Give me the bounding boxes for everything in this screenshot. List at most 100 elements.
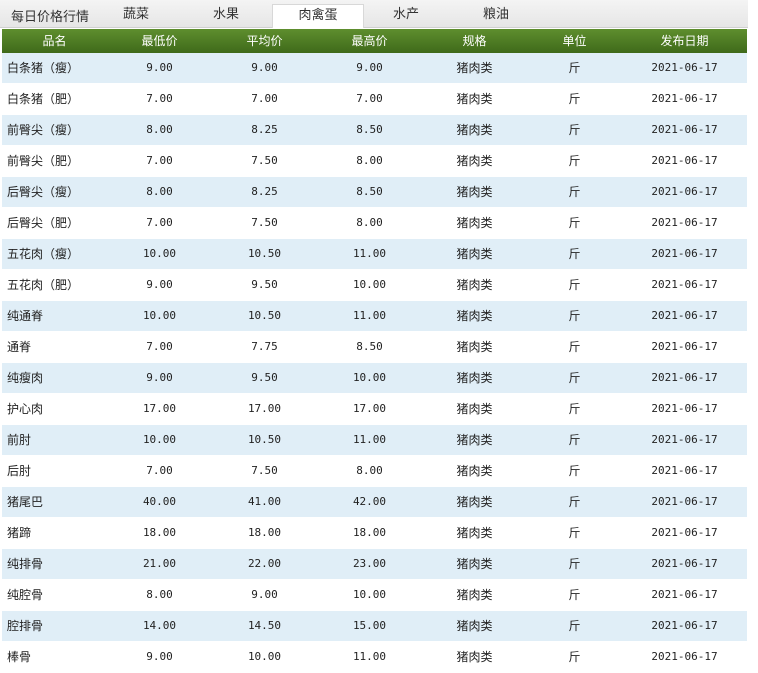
cell-spec: 猪肉类 <box>456 402 493 416</box>
table-row: 五花肉（瘦） 10.00 10.50 11.00 猪肉类 斤 2021-06-17 <box>2 239 747 270</box>
cell-spec: 猪肉类 <box>456 123 493 137</box>
cell-max-price: 11.00 <box>352 247 387 260</box>
cell-min-price: 9.00 <box>146 61 173 74</box>
cell-spec: 猪肉类 <box>456 495 493 509</box>
cell-date: 2021-06-17 <box>651 309 718 322</box>
cell-avg-price: 17.00 <box>247 402 282 415</box>
cell-name: 后臀尖（瘦） <box>7 185 80 199</box>
cell-spec: 猪肉类 <box>456 92 493 106</box>
cell-date: 2021-06-17 <box>651 495 718 508</box>
cell-max-price: 7.00 <box>356 92 383 105</box>
cell-avg-price: 10.50 <box>247 309 282 322</box>
cell-min-price: 40.00 <box>142 495 177 508</box>
cell-unit: 斤 <box>568 650 581 664</box>
cell-min-price: 18.00 <box>142 526 177 539</box>
table-row: 纯通脊 10.00 10.50 11.00 猪肉类 斤 2021-06-17 <box>2 301 747 332</box>
cell-name: 纯排骨 <box>7 557 44 571</box>
cell-name: 纯通脊 <box>7 309 44 323</box>
cell-name: 前臀尖（瘦） <box>7 123 80 137</box>
cell-date: 2021-06-17 <box>651 557 718 570</box>
cell-date: 2021-06-17 <box>651 619 718 632</box>
cell-avg-price: 10.00 <box>247 650 282 663</box>
header-max-price: 最高价 <box>351 34 388 48</box>
cell-max-price: 11.00 <box>352 650 387 663</box>
table-row: 后臀尖（瘦） 8.00 8.25 8.50 猪肉类 斤 2021-06-17 <box>2 177 747 208</box>
cell-spec: 猪肉类 <box>456 247 493 261</box>
cell-date: 2021-06-17 <box>651 154 718 167</box>
tab-meat-poultry-eggs[interactable]: 肉禽蛋 <box>272 4 364 28</box>
cell-min-price: 9.00 <box>146 650 173 663</box>
cell-avg-price: 14.50 <box>247 619 282 632</box>
cell-max-price: 8.50 <box>356 123 383 136</box>
tab-grain-oil[interactable]: 粮油 <box>470 4 522 26</box>
cell-name: 纯瘦肉 <box>7 371 44 385</box>
cell-unit: 斤 <box>568 433 581 447</box>
cell-name: 猪尾巴 <box>7 495 44 509</box>
header-date: 发布日期 <box>660 34 709 48</box>
cell-max-price: 10.00 <box>352 588 387 601</box>
cell-max-price: 18.00 <box>352 526 387 539</box>
cell-unit: 斤 <box>568 92 581 106</box>
cell-unit: 斤 <box>568 309 581 323</box>
cell-avg-price: 10.50 <box>247 247 282 260</box>
cell-unit: 斤 <box>568 61 581 75</box>
table-row: 猪尾巴 40.00 41.00 42.00 猪肉类 斤 2021-06-17 <box>2 487 747 518</box>
cell-min-price: 21.00 <box>142 557 177 570</box>
cell-spec: 猪肉类 <box>456 433 493 447</box>
cell-date: 2021-06-17 <box>651 123 718 136</box>
cell-unit: 斤 <box>568 340 581 354</box>
cell-avg-price: 7.50 <box>251 464 278 477</box>
cell-spec: 猪肉类 <box>456 216 493 230</box>
cell-max-price: 8.00 <box>356 216 383 229</box>
cell-max-price: 8.00 <box>356 464 383 477</box>
table-row: 护心肉 17.00 17.00 17.00 猪肉类 斤 2021-06-17 <box>2 394 747 425</box>
tab-aquatic[interactable]: 水产 <box>380 4 432 26</box>
cell-name: 五花肉（肥） <box>7 278 80 292</box>
section-title: 每日价格行情 <box>11 10 90 25</box>
cell-spec: 猪肉类 <box>456 371 493 385</box>
cell-date: 2021-06-17 <box>651 278 718 291</box>
cell-date: 2021-06-17 <box>651 216 718 229</box>
cell-spec: 猪肉类 <box>456 309 493 323</box>
cell-unit: 斤 <box>568 464 581 478</box>
cell-date: 2021-06-17 <box>651 588 718 601</box>
header-unit: 单位 <box>562 34 587 48</box>
cell-min-price: 7.00 <box>146 154 173 167</box>
cell-max-price: 17.00 <box>352 402 387 415</box>
cell-max-price: 8.50 <box>356 340 383 353</box>
cell-max-price: 11.00 <box>352 309 387 322</box>
cell-avg-price: 9.00 <box>251 588 278 601</box>
cell-spec: 猪肉类 <box>456 650 493 664</box>
cell-name: 猪蹄 <box>7 526 32 540</box>
table-row: 前臀尖（肥） 7.00 7.50 8.00 猪肉类 斤 2021-06-17 <box>2 146 747 177</box>
cell-avg-price: 9.00 <box>251 61 278 74</box>
cell-name: 后臀尖（肥） <box>7 216 80 230</box>
table-row: 前肘 10.00 10.50 11.00 猪肉类 斤 2021-06-17 <box>2 425 747 456</box>
tab-vegetables[interactable]: 蔬菜 <box>110 4 162 26</box>
cell-name: 纯腔骨 <box>7 588 44 602</box>
cell-name: 前臀尖（肥） <box>7 154 80 168</box>
table-row: 腔排骨 14.00 14.50 15.00 猪肉类 斤 2021-06-17 <box>2 611 747 642</box>
tab-fruit[interactable]: 水果 <box>200 4 252 26</box>
table-row: 纯腔骨 8.00 9.00 10.00 猪肉类 斤 2021-06-17 <box>2 580 747 611</box>
table-row: 后臀尖（肥） 7.00 7.50 8.00 猪肉类 斤 2021-06-17 <box>2 208 747 239</box>
cell-min-price: 8.00 <box>146 588 173 601</box>
cell-spec: 猪肉类 <box>456 278 493 292</box>
table-row: 白条猪（肥） 7.00 7.00 7.00 猪肉类 斤 2021-06-17 <box>2 84 747 115</box>
cell-max-price: 15.00 <box>352 619 387 632</box>
table-body: 白条猪（瘦） 9.00 9.00 9.00 猪肉类斤 2021-06-17 白条猪（肥） 7.… <box>2 53 747 673</box>
cell-avg-price: 9.50 <box>251 371 278 384</box>
cell-date: 2021-06-17 <box>651 650 718 663</box>
cell-unit: 斤 <box>568 495 581 509</box>
cell-unit: 斤 <box>568 526 581 540</box>
cell-name: 前肘 <box>7 433 32 447</box>
cell-spec: 猪肉类 <box>456 61 493 75</box>
cell-min-price: 14.00 <box>142 619 177 632</box>
cell-min-price: 17.00 <box>142 402 177 415</box>
cell-spec: 猪肉类 <box>456 619 493 633</box>
cell-avg-price: 8.25 <box>251 185 278 198</box>
cell-avg-price: 8.25 <box>251 123 278 136</box>
cell-unit: 斤 <box>568 619 581 633</box>
header-avg-price: 平均价 <box>246 34 283 48</box>
cell-avg-price: 9.50 <box>251 278 278 291</box>
